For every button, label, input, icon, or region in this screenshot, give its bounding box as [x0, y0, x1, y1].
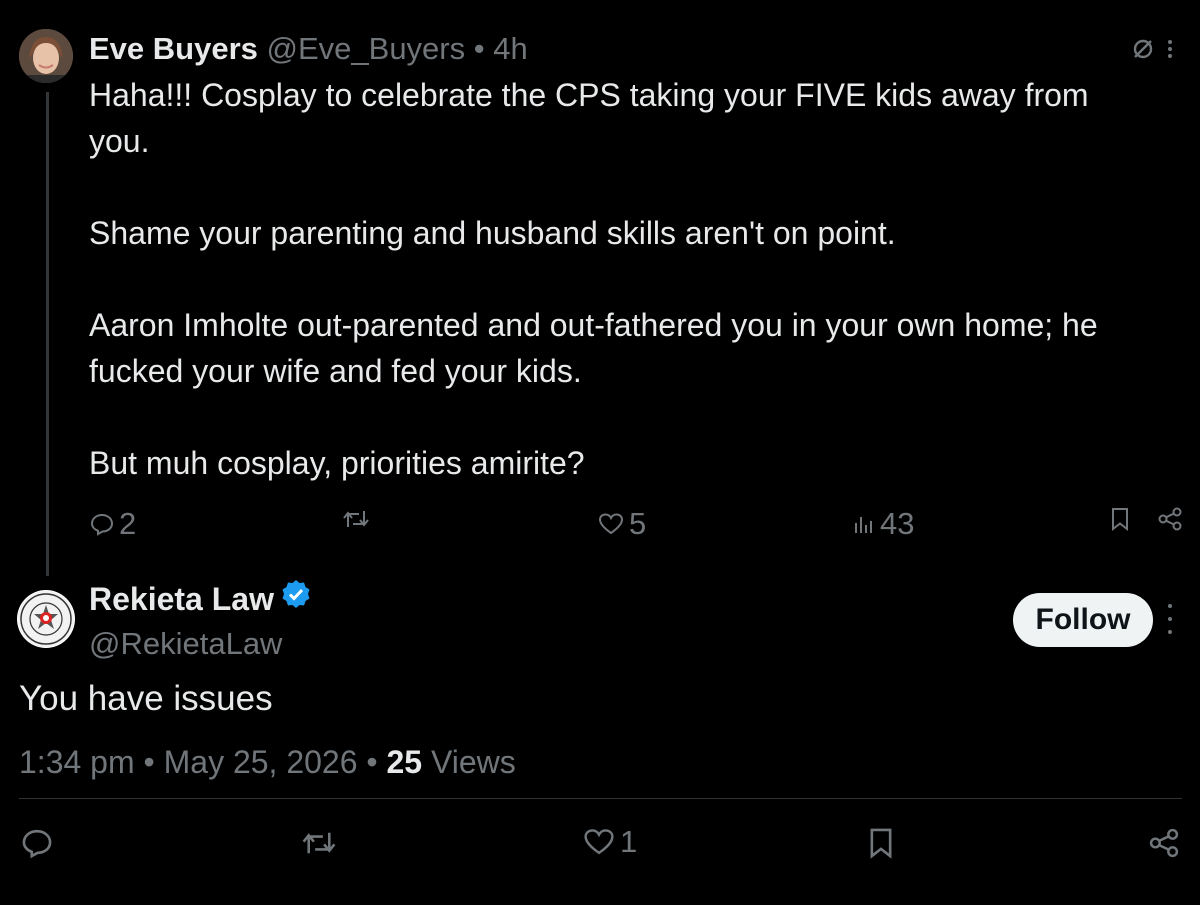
eve-handle[interactable]: @Eve_Buyers: [267, 31, 466, 66]
main-tweet-text: You have issues: [19, 679, 273, 718]
views-button[interactable]: 43: [852, 506, 914, 542]
more-options-icon[interactable]: [1166, 36, 1174, 67]
reply-button[interactable]: [20, 826, 54, 860]
views-count: 25: [386, 744, 423, 780]
bookmark-icon: [1108, 506, 1132, 532]
tweet-time[interactable]: 1:34 pm: [19, 744, 135, 780]
bookmark-button[interactable]: [1108, 506, 1132, 532]
parent-tweet-top-icons: [1130, 36, 1174, 67]
tweet-time[interactable]: 4h: [493, 31, 527, 66]
rekieta-handle[interactable]: @RekietaLaw: [89, 625, 282, 663]
meta-separator: •: [366, 744, 378, 780]
like-count: 1: [620, 824, 638, 859]
divider: [19, 798, 1182, 799]
views-label: Views: [430, 744, 516, 780]
like-count: 5: [629, 506, 647, 541]
reply-button[interactable]: 2: [89, 506, 136, 542]
rekieta-law-avatar[interactable]: [17, 590, 75, 648]
main-tweet-actions: 1: [0, 822, 1200, 870]
rekieta-display-name[interactable]: Rekieta Law: [89, 579, 274, 619]
repost-button[interactable]: [342, 506, 370, 532]
eve-avatar[interactable]: [19, 29, 73, 83]
parent-tweet-actions: 2 5 43: [89, 506, 1189, 546]
reply-icon: [89, 511, 115, 537]
heart-icon: [582, 825, 616, 859]
thread-connector-line: [46, 92, 49, 576]
share-button[interactable]: [1148, 826, 1180, 860]
verified-badge-icon[interactable]: [280, 578, 312, 619]
muted-icon[interactable]: [1130, 36, 1156, 67]
share-icon: [1157, 506, 1183, 532]
tweet-paragraph: Shame your parenting and husband skills …: [89, 215, 896, 251]
eve-display-name[interactable]: Eve Buyers: [89, 31, 258, 66]
tweet-paragraph: Haha!!! Cosplay to celebrate the CPS tak…: [89, 77, 1089, 159]
tweet-paragraph: Aaron Imholte out-parented and out-fathe…: [89, 307, 1098, 389]
repost-button[interactable]: [301, 826, 337, 860]
like-button[interactable]: 1: [582, 824, 637, 860]
reply-count: 2: [119, 506, 137, 541]
reply-icon: [20, 826, 54, 860]
like-button[interactable]: 5: [597, 506, 646, 542]
share-button[interactable]: [1157, 506, 1183, 532]
header-separator: •: [473, 31, 485, 66]
rekieta-display-name-row[interactable]: Rekieta Law: [89, 578, 312, 619]
heart-icon: [597, 511, 625, 537]
bookmark-button[interactable]: [865, 826, 897, 860]
follow-button[interactable]: Follow: [1013, 593, 1153, 647]
parent-tweet-text: Haha!!! Cosplay to celebrate the CPS tak…: [89, 72, 1149, 486]
repost-icon: [301, 826, 337, 860]
tweet-metadata: 1:34 pm • May 25, 2026 • 25 Views: [19, 740, 516, 784]
meta-separator: •: [143, 744, 155, 780]
more-options-icon[interactable]: [1165, 604, 1175, 634]
repost-icon: [342, 506, 370, 532]
tweet-date[interactable]: May 25, 2026: [164, 744, 358, 780]
analytics-icon: [852, 511, 876, 537]
tweet-paragraph: But muh cosplay, priorities amirite?: [89, 445, 585, 481]
bookmark-icon: [865, 826, 897, 860]
views-count: 43: [880, 506, 915, 541]
share-icon: [1148, 826, 1180, 860]
parent-tweet-header: Eve Buyers @Eve_Buyers • 4h: [89, 30, 528, 68]
